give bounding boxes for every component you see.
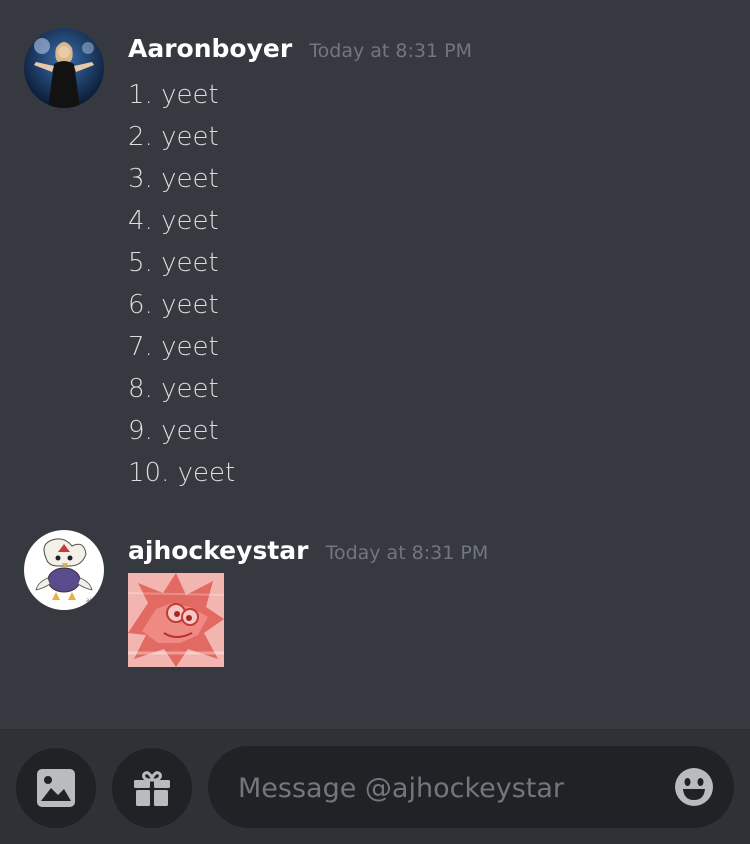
message-composer (0, 730, 750, 844)
message-line: 5. yeet (128, 248, 219, 278)
message-input-container (208, 746, 734, 830)
username[interactable]: Aaronboyer (128, 34, 292, 63)
message-line: 4. yeet (128, 206, 219, 236)
chat-area: Aaronboyer Today at 8:31 PM 1. yeet 2. y… (0, 0, 750, 729)
gift-button[interactable] (112, 748, 192, 828)
gift-icon (134, 771, 170, 806)
avatar[interactable] (24, 28, 104, 108)
message-line: 2. yeet (128, 122, 219, 152)
message-line: 6. yeet (128, 290, 219, 320)
message-content: 1. yeet 2. yeet 3. yeet 4. yeet 5. yeet … (128, 74, 235, 494)
svg-text:aj: aj (86, 597, 92, 604)
message-line: 9. yeet (128, 416, 219, 446)
message-line: 10. yeet (128, 458, 236, 488)
timestamp: Today at 8:31 PM (325, 542, 489, 564)
upload-image-button[interactable] (16, 748, 96, 828)
username[interactable]: ajhockeystar (128, 536, 308, 565)
message-input[interactable] (236, 746, 660, 830)
message-header: Aaronboyer Today at 8:31 PM (128, 34, 472, 63)
emoji-icon (675, 768, 713, 806)
message-line: 7. yeet (128, 332, 219, 362)
message-line: 1. yeet (128, 80, 219, 110)
image-attachment[interactable] (128, 573, 224, 667)
image-icon (37, 769, 75, 807)
message-header: ajhockeystar Today at 8:31 PM (128, 536, 488, 565)
message-line: 3. yeet (128, 164, 219, 194)
message-line: 8. yeet (128, 374, 219, 404)
avatar[interactable]: aj (24, 530, 104, 610)
emoji-button[interactable] (674, 767, 714, 807)
timestamp: Today at 8:31 PM (309, 40, 472, 62)
